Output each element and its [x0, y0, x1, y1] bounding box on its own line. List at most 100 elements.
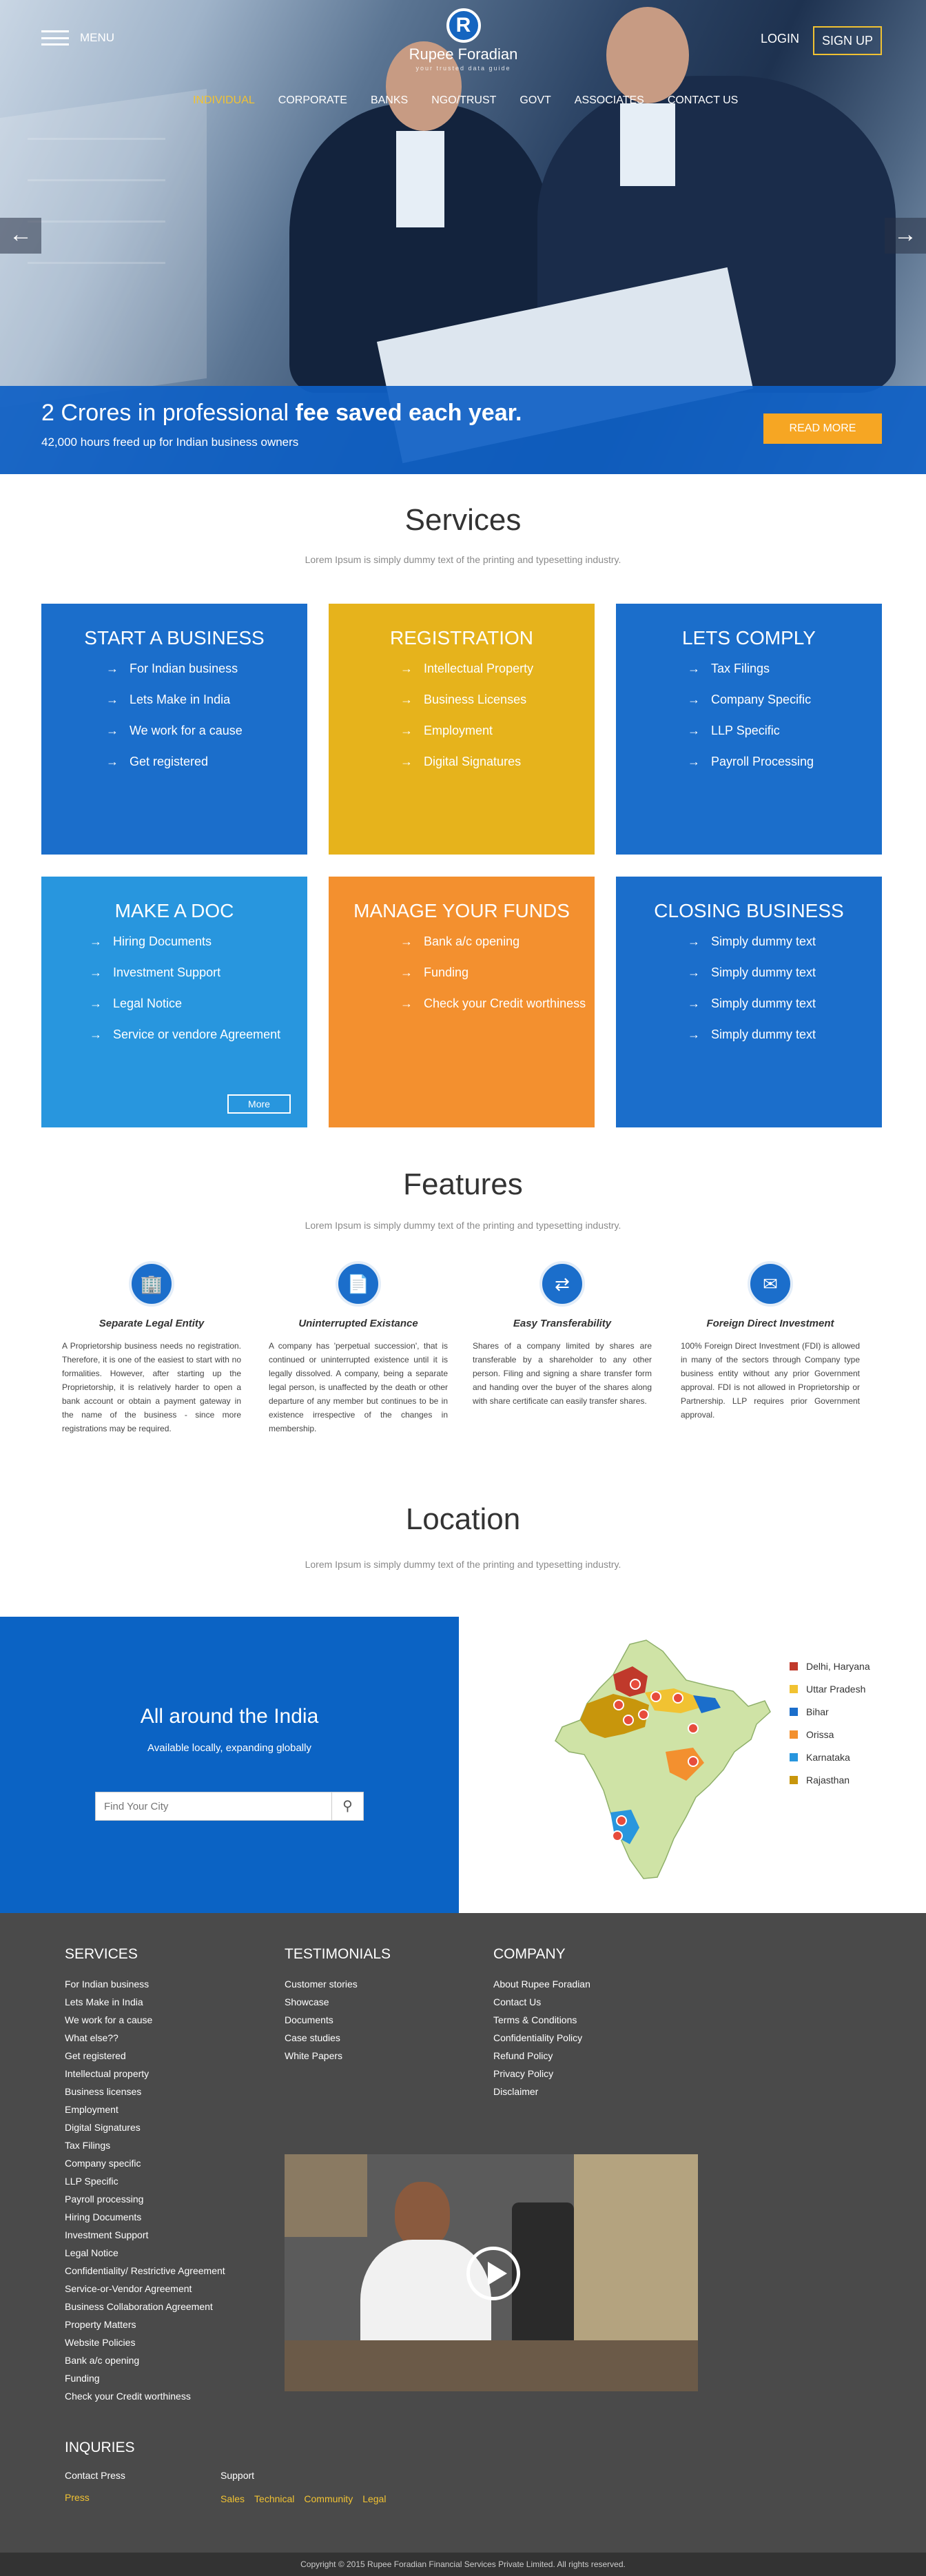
- card-item[interactable]: → Legal Notice: [90, 996, 307, 1011]
- card-item[interactable]: → Tax Filings: [688, 662, 882, 676]
- footer-link[interactable]: About Rupee Foradian: [493, 1975, 590, 1993]
- signup-button[interactable]: SIGN UP: [813, 26, 882, 55]
- footer-link[interactable]: For Indian business: [65, 1975, 225, 1993]
- footer-link[interactable]: Contact Us: [493, 1993, 590, 2011]
- footer-link[interactable]: Lets Make in India: [65, 1993, 225, 2011]
- card-item[interactable]: → Intellectual Property: [400, 662, 595, 676]
- footer-link[interactable]: Bank a/c opening: [65, 2351, 225, 2369]
- support-link-community[interactable]: Community: [304, 2493, 353, 2504]
- arrow-right-icon: →: [400, 693, 413, 706]
- slider-next-arrow-icon[interactable]: →: [885, 218, 926, 254]
- read-more-button[interactable]: READ MORE: [763, 413, 882, 444]
- card-item[interactable]: → Payroll Processing: [688, 755, 882, 769]
- feature-text: A company has 'perpetual succession', th…: [269, 1341, 448, 1433]
- service-card-manage-funds[interactable]: MANAGE YOUR FUNDS → Bank a/c opening → Fun…: [329, 877, 595, 1127]
- press-link[interactable]: Press: [65, 2492, 90, 2503]
- footer-link[interactable]: Payroll processing: [65, 2190, 225, 2208]
- card-item[interactable]: → Bank a/c opening: [400, 934, 595, 949]
- nav-item-associates[interactable]: ASSOCIATES: [575, 94, 644, 107]
- nav-item-corporate[interactable]: CORPORATE: [278, 94, 347, 107]
- legend-swatch: [790, 1776, 798, 1784]
- arrow-right-icon: →: [688, 996, 700, 1010]
- card-item[interactable]: → We work for a cause: [106, 724, 307, 738]
- login-link[interactable]: LOGIN: [761, 32, 799, 46]
- card-item[interactable]: → Investment Support: [90, 965, 307, 980]
- footer-link[interactable]: Disclaimer: [493, 2083, 590, 2100]
- footer-link[interactable]: Tax Filings: [65, 2136, 225, 2154]
- nav-item-individual[interactable]: INDIVIDUAL: [193, 94, 255, 107]
- card-item[interactable]: → Digital Signatures: [400, 755, 595, 769]
- service-card-closing-business[interactable]: CLOSING BUSINESS → Simply dummy text → Sim…: [616, 877, 882, 1127]
- site-logo[interactable]: R Rupee Foradian your trusted data guide: [403, 8, 524, 72]
- feature-title: Uninterrupted Existance: [298, 1318, 418, 1329]
- card-item[interactable]: → Simply dummy text: [688, 965, 882, 980]
- footer-link[interactable]: Confidentiality/ Restrictive Agreement: [65, 2262, 225, 2280]
- footer-heading: COMPANY: [493, 1946, 566, 1962]
- footer-link[interactable]: White Papers: [285, 2047, 391, 2065]
- footer-link[interactable]: Customer stories: [285, 1975, 391, 1993]
- footer-link[interactable]: Funding: [65, 2369, 225, 2387]
- footer-link[interactable]: Refund Policy: [493, 2047, 590, 2065]
- footer-link[interactable]: Business Collaboration Agreement: [65, 2298, 225, 2316]
- city-search: ⚲: [95, 1792, 364, 1821]
- footer-link[interactable]: Property Matters: [65, 2316, 225, 2333]
- footer-link[interactable]: Case studies: [285, 2029, 391, 2047]
- menu-toggle[interactable]: MENU: [41, 30, 114, 45]
- card-item[interactable]: → Employment: [400, 724, 595, 738]
- support-link-sales[interactable]: Sales: [220, 2493, 245, 2504]
- support-link-technical[interactable]: Technical: [254, 2493, 294, 2504]
- footer-link[interactable]: Documents: [285, 2011, 391, 2029]
- card-item[interactable]: → Check your Credit worthiness: [400, 996, 595, 1011]
- testimonial-video[interactable]: [285, 2154, 698, 2391]
- card-item[interactable]: → Funding: [400, 965, 595, 980]
- footer-link[interactable]: Terms & Conditions: [493, 2011, 590, 2029]
- footer-link[interactable]: LLP Specific: [65, 2172, 225, 2190]
- card-item[interactable]: → Simply dummy text: [688, 1028, 882, 1042]
- footer-link[interactable]: Hiring Documents: [65, 2208, 225, 2226]
- support-link-legal[interactable]: Legal: [362, 2493, 386, 2504]
- card-item[interactable]: → Business Licenses: [400, 693, 595, 707]
- service-card-registration[interactable]: REGISTRATION → Intellectual Property → Bus…: [329, 604, 595, 855]
- card-item[interactable]: → Hiring Documents: [90, 934, 307, 949]
- search-icon[interactable]: ⚲: [331, 1792, 363, 1820]
- footer-link[interactable]: Legal Notice: [65, 2244, 225, 2262]
- footer-link[interactable]: Get registered: [65, 2047, 225, 2065]
- service-card-lets-comply[interactable]: LETS COMPLY → Tax Filings → Company Specif…: [616, 604, 882, 855]
- footer-link[interactable]: Business licenses: [65, 2083, 225, 2100]
- card-item[interactable]: → Service or vendore Agreement: [90, 1028, 307, 1042]
- card-item[interactable]: → Lets Make in India: [106, 693, 307, 707]
- card-item[interactable]: → Company Specific: [688, 693, 882, 707]
- arrow-right-icon: →: [688, 755, 700, 768]
- service-card-make-a-doc[interactable]: MAKE A DOC → Hiring Documents → Investment…: [41, 877, 307, 1127]
- footer-link[interactable]: Intellectual property: [65, 2065, 225, 2083]
- footer-link[interactable]: Website Policies: [65, 2333, 225, 2351]
- nav-item-ngo-trust[interactable]: NGO/TRUST: [431, 94, 496, 107]
- card-title: MAKE A DOC: [114, 900, 234, 921]
- play-icon[interactable]: [466, 2247, 520, 2300]
- more-button[interactable]: More: [227, 1094, 291, 1114]
- nav-item-govt[interactable]: GOVT: [519, 94, 551, 107]
- footer-link[interactable]: Service-or-Vendor Agreement: [65, 2280, 225, 2298]
- footer-link[interactable]: Investment Support: [65, 2226, 225, 2244]
- logo-name: Rupee Foradian: [409, 45, 518, 63]
- card-item[interactable]: → For Indian business: [106, 662, 307, 676]
- footer-link[interactable]: Check your Credit worthiness: [65, 2387, 225, 2405]
- slider-prev-arrow-icon[interactable]: ←: [0, 218, 41, 254]
- city-search-input[interactable]: [96, 1792, 330, 1820]
- footer-link[interactable]: We work for a cause: [65, 2011, 225, 2029]
- footer-link[interactable]: Company specific: [65, 2154, 225, 2172]
- card-item[interactable]: → Get registered: [106, 755, 307, 769]
- footer-link[interactable]: Privacy Policy: [493, 2065, 590, 2083]
- card-item[interactable]: → LLP Specific: [688, 724, 882, 738]
- card-item[interactable]: → Simply dummy text: [688, 934, 882, 949]
- nav-item-contact-us[interactable]: CONTACT US: [668, 94, 739, 107]
- footer-link[interactable]: What else??: [65, 2029, 225, 2047]
- investment-icon: ✉: [748, 1261, 793, 1307]
- nav-item-banks[interactable]: BANKS: [371, 94, 408, 107]
- footer-link[interactable]: Showcase: [285, 1993, 391, 2011]
- card-item[interactable]: → Simply dummy text: [688, 996, 882, 1011]
- footer-link[interactable]: Employment: [65, 2100, 225, 2118]
- footer-link[interactable]: Confidentiality Policy: [493, 2029, 590, 2047]
- service-card-start-business[interactable]: START A BUSINESS → For Indian business → L…: [41, 604, 307, 855]
- footer-link[interactable]: Digital Signatures: [65, 2118, 225, 2136]
